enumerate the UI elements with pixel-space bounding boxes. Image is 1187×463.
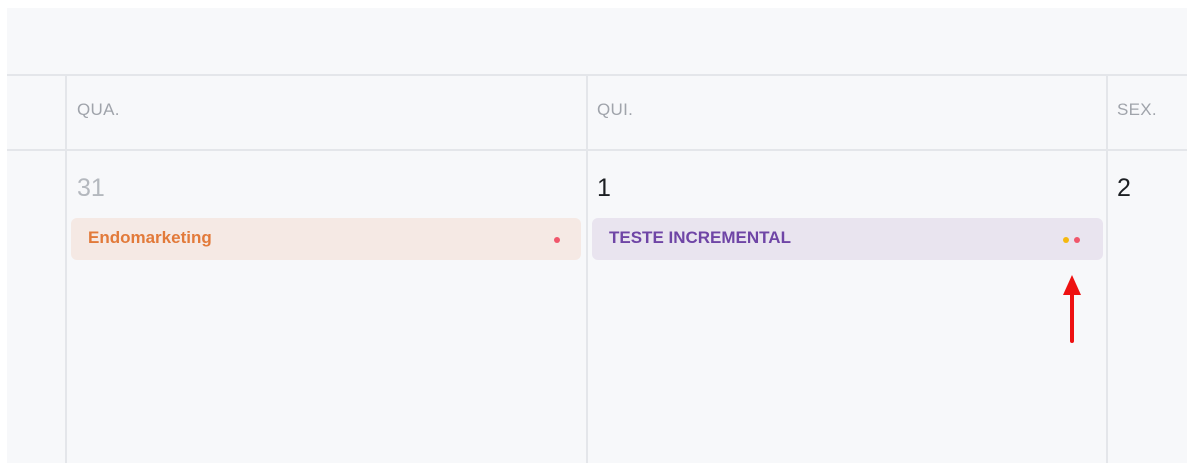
annotation-arrow-icon [1063, 275, 1081, 343]
event-label: TESTE INCREMENTAL [609, 228, 791, 247]
column-divider [586, 74, 588, 463]
header-top-divider [7, 74, 1187, 76]
event-teste-incremental[interactable]: TESTE INCREMENTAL [592, 218, 1103, 260]
event-status-dot [1063, 237, 1069, 243]
day-number-2[interactable]: 2 [1117, 174, 1131, 203]
calendar-toolbar [7, 8, 1187, 74]
day-number-31[interactable]: 31 [77, 174, 105, 203]
day-number-1[interactable]: 1 [597, 174, 611, 203]
event-label: Endomarketing [88, 228, 212, 247]
calendar-view: QUA. QUI. SEX. 31 1 2 Endomarketing TEST… [7, 8, 1187, 463]
header-bottom-divider [7, 149, 1187, 151]
day-header-thursday: QUI. [597, 100, 634, 119]
event-status-dot [554, 237, 560, 243]
day-header-wednesday: QUA. [77, 100, 120, 119]
column-divider [1106, 74, 1108, 463]
column-divider [65, 74, 67, 463]
event-status-dot [1074, 237, 1080, 243]
event-endomarketing[interactable]: Endomarketing [71, 218, 581, 260]
day-header-friday: SEX. [1117, 100, 1157, 119]
